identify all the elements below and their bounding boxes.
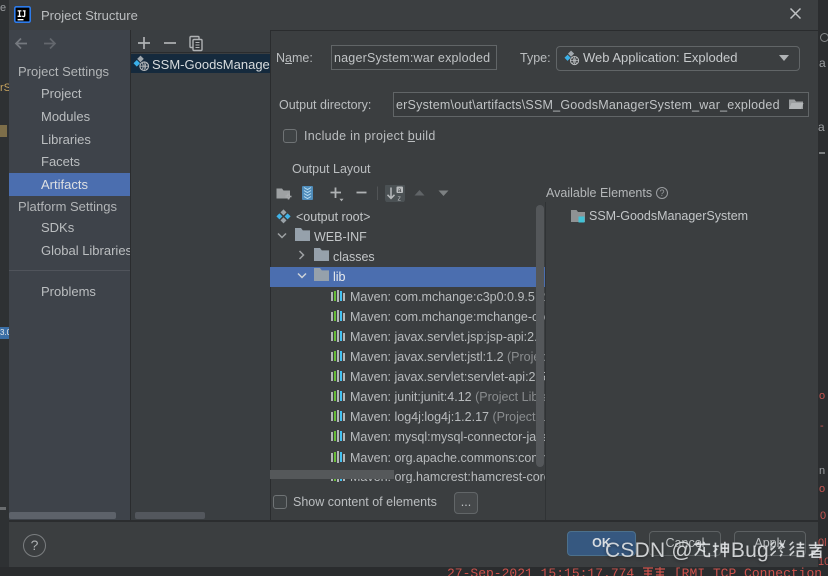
svg-text:a: a <box>398 187 402 194</box>
